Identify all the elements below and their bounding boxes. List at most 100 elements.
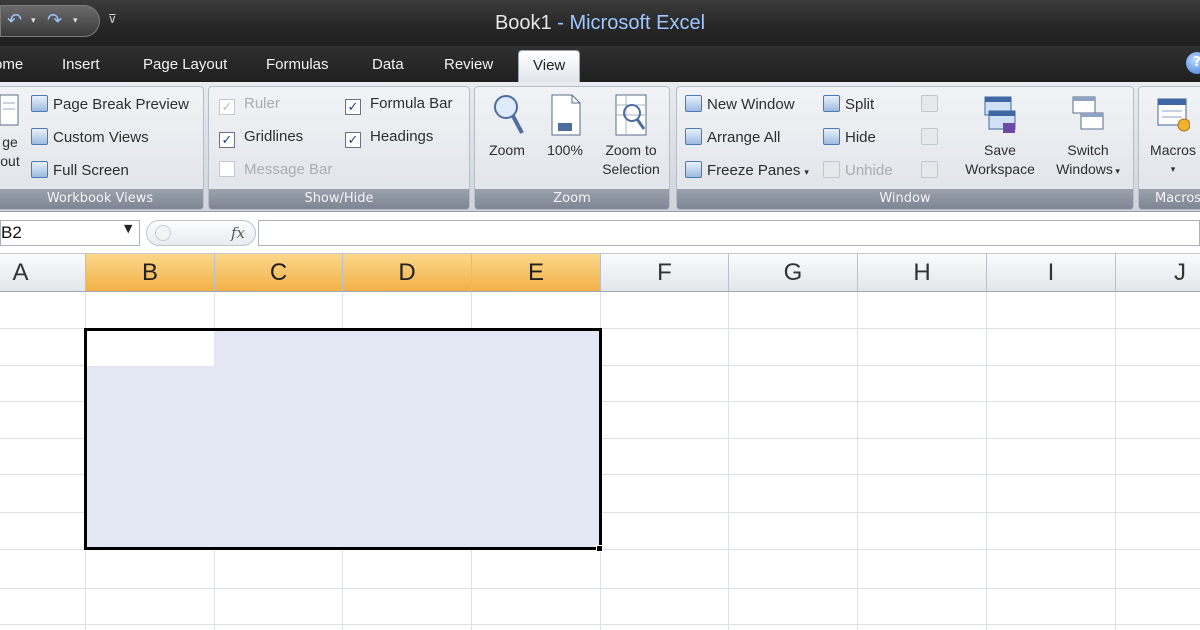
zoom-to-selection-label-2: Selection — [602, 161, 660, 177]
title-separator: - — [551, 12, 570, 34]
hide-button[interactable]: Hide — [823, 128, 876, 146]
unhide-label: Unhide — [845, 162, 893, 179]
switch-windows-label-1: Switch — [1067, 142, 1109, 158]
column-header-i[interactable]: I — [987, 254, 1116, 292]
view-side-by-side-icon — [921, 95, 938, 112]
full-screen-button[interactable]: Full Screen — [31, 161, 129, 179]
message-bar-checkbox[interactable]: Message Bar — [219, 161, 332, 178]
formula-controls: fx — [146, 220, 256, 246]
page-layout-label-2: out — [0, 153, 20, 169]
save-workspace-label-1: Save — [984, 142, 1016, 158]
page-layout-view-button[interactable]: ge out — [0, 93, 23, 171]
name-box-dropdown-icon[interactable]: ▼ — [124, 222, 132, 235]
formula-bar-check-icon: ✓ — [345, 99, 361, 115]
arrange-all-label: Arrange All — [707, 129, 781, 146]
page-break-preview-button[interactable]: Page Break Preview — [31, 95, 189, 113]
tab-formulas[interactable]: Formulas — [266, 56, 329, 73]
title-bar: ↶ ▾ ↷ ▾ ⊽ Book1 - Microsoft Excel — [0, 0, 1200, 46]
freeze-panes-button[interactable]: Freeze Panes ▾ — [685, 161, 809, 179]
new-window-icon — [685, 95, 702, 112]
group-label-workbook-views: Workbook Views — [0, 189, 203, 209]
formula-bar: B2 ▼ fx — [0, 212, 1200, 254]
custom-views-label: Custom Views — [53, 129, 149, 146]
zoom-100-label: 100% — [547, 142, 583, 158]
gridlines-check-icon: ✓ — [219, 132, 235, 148]
group-label-macros: Macros — [1139, 189, 1200, 209]
ruler-check-icon: ✓ — [219, 99, 235, 115]
headings-check-icon: ✓ — [345, 132, 361, 148]
grid-column — [729, 292, 858, 630]
full-screen-icon — [31, 161, 48, 178]
column-header-f[interactable]: F — [601, 254, 729, 292]
save-workspace-button[interactable]: Save Workspace — [957, 93, 1043, 179]
document-name: Book1 — [494, 12, 552, 34]
zoom-to-selection-button[interactable]: Zoom to Selection — [595, 93, 667, 179]
zoom-100-button[interactable]: 100% — [539, 93, 591, 160]
switch-windows-label-2: Windows — [1056, 161, 1113, 177]
message-bar-check-icon — [219, 161, 235, 177]
split-label: Split — [845, 96, 875, 113]
formula-bar-checkbox[interactable]: ✓ Formula Bar — [345, 95, 453, 115]
column-header-b[interactable]: B — [86, 254, 215, 292]
ruler-checkbox[interactable]: ✓ Ruler — [219, 95, 280, 115]
tab-insert[interactable]: Insert — [62, 56, 100, 73]
tab-data[interactable]: Data — [372, 56, 404, 73]
fill-handle[interactable] — [596, 545, 603, 552]
group-workbook-views: ge out Page Break Preview Custom Views F… — [0, 86, 204, 210]
column-header-j[interactable]: J — [1116, 254, 1200, 292]
reset-window-position-button[interactable] — [921, 161, 943, 179]
tab-home[interactable]: ome — [0, 56, 23, 73]
hide-label: Hide — [845, 129, 876, 146]
tab-view[interactable]: View — [518, 50, 581, 84]
grid-column — [987, 292, 1116, 630]
group-show-hide: ✓ Ruler ✓ Gridlines Message Bar ✓ Formula B… — [208, 86, 470, 210]
group-label-show-hide: Show/Hide — [209, 189, 469, 209]
view-side-by-side-button[interactable] — [921, 95, 943, 113]
formula-input[interactable] — [258, 220, 1200, 246]
macros-label: Macros — [1150, 142, 1196, 158]
macros-button[interactable]: Macros ▾ — [1143, 93, 1200, 179]
formula-expand-icon[interactable] — [155, 225, 171, 241]
column-header-d[interactable]: D — [343, 254, 472, 292]
arrange-all-button[interactable]: Arrange All — [685, 128, 780, 146]
switch-windows-button[interactable]: Switch Windows ▾ — [1045, 93, 1131, 181]
macros-dropdown-icon: ▾ — [1170, 164, 1176, 174]
split-button[interactable]: Split — [823, 95, 874, 113]
synchronous-scrolling-icon — [921, 128, 938, 145]
group-macros: Macros ▾ Macros — [1138, 86, 1200, 210]
grid-column — [601, 292, 729, 630]
grid-row-line — [0, 624, 1200, 625]
new-window-button[interactable]: New Window — [685, 95, 795, 113]
tab-page-layout[interactable]: Page Layout — [143, 56, 227, 73]
insert-function-icon[interactable]: fx — [231, 224, 245, 242]
name-box[interactable]: B2 — [0, 220, 140, 246]
zoom-to-selection-icon — [615, 94, 647, 136]
page-layout-label-1: ge — [2, 134, 18, 150]
column-header-g[interactable]: G — [729, 254, 858, 292]
column-header-h[interactable]: H — [858, 254, 987, 292]
synchronous-scrolling-button[interactable] — [921, 128, 943, 146]
page-break-preview-label: Page Break Preview — [53, 96, 189, 113]
column-header-c[interactable]: C — [215, 254, 343, 292]
grid-column — [858, 292, 987, 630]
unhide-icon — [823, 161, 840, 178]
custom-views-button[interactable]: Custom Views — [31, 128, 149, 146]
headings-checkbox[interactable]: ✓ Headings — [345, 128, 433, 148]
switch-windows-icon — [1072, 96, 1104, 130]
unhide-button[interactable]: Unhide — [823, 161, 893, 179]
freeze-panes-icon — [685, 161, 702, 178]
new-window-label: New Window — [707, 96, 795, 113]
ruler-label: Ruler — [244, 95, 280, 112]
hide-icon — [823, 128, 840, 145]
grid-column — [0, 292, 86, 630]
tab-review[interactable]: Review — [444, 56, 493, 73]
gridlines-checkbox[interactable]: ✓ Gridlines — [219, 128, 303, 148]
split-icon — [823, 95, 840, 112]
magnifier-icon — [494, 95, 524, 134]
group-zoom: Zoom 100% Zoom to Selection Zoom — [474, 86, 670, 210]
group-label-window: Window — [677, 189, 1133, 209]
message-bar-label: Message Bar — [244, 161, 333, 178]
column-header-e[interactable]: E — [472, 254, 601, 292]
column-header-a[interactable]: A — [0, 254, 86, 292]
zoom-button[interactable]: Zoom — [481, 93, 533, 160]
